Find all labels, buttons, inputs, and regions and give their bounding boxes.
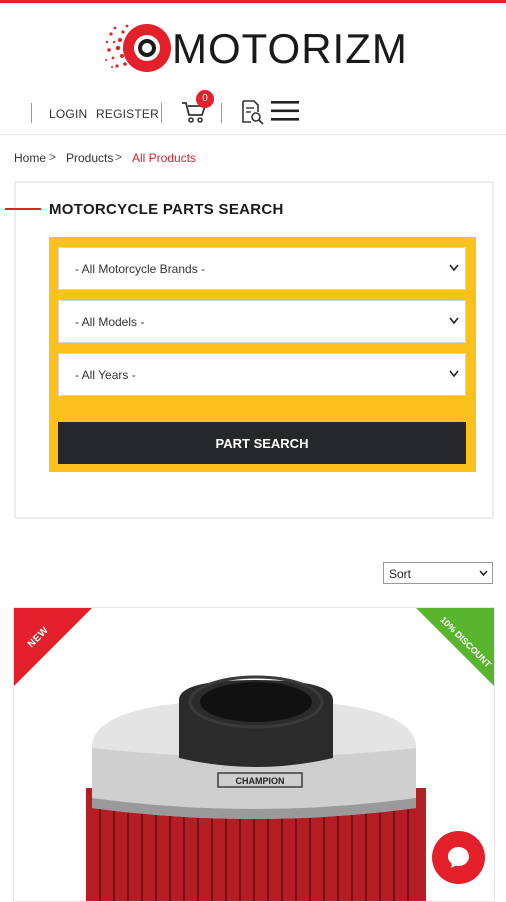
logo-text: MOTORIZM: [172, 25, 408, 72]
chevron-down-icon: [449, 264, 459, 272]
model-select-value: - All Models -: [75, 315, 145, 329]
chat-bubble-icon: [448, 847, 469, 868]
brand-select[interactable]: - All Motorcycle Brands -: [58, 247, 466, 290]
nav-divider: [161, 103, 162, 123]
sort-select-value: Sort: [389, 567, 412, 581]
breadcrumb-home[interactable]: Home: [14, 151, 46, 165]
search-document-icon[interactable]: [240, 99, 264, 125]
chevron-down-icon: [449, 370, 459, 378]
header-divider: [0, 134, 506, 135]
register-link[interactable]: REGISTER: [96, 107, 159, 121]
parts-search-title: MOTORCYCLE PARTS SEARCH: [49, 201, 284, 218]
brand-select-value: - All Motorcycle Brands -: [75, 262, 206, 276]
logo-mark-icon: [105, 24, 171, 72]
chevron-down-icon: [449, 317, 459, 325]
breadcrumb-separator: >: [49, 150, 57, 164]
nav-divider: [31, 103, 32, 123]
cart-count-badge: 0: [196, 90, 214, 108]
product-card[interactable]: CHAMPION NEW 10% DISCOUNT: [13, 607, 495, 902]
breadcrumb-separator: >: [115, 150, 123, 164]
svg-text:CHAMPION: CHAMPION: [236, 776, 285, 786]
year-select[interactable]: - All Years -: [58, 353, 466, 396]
sort-select[interactable]: Sort: [383, 562, 493, 584]
nav-divider: [221, 103, 222, 123]
site-logo[interactable]: MOTORIZM: [0, 20, 506, 76]
breadcrumb-current: All Products: [132, 151, 197, 165]
new-ribbon: [14, 608, 92, 686]
chevron-down-icon: [479, 570, 488, 577]
hamburger-menu-icon[interactable]: [271, 100, 299, 122]
title-accent-line: [5, 208, 41, 210]
breadcrumb-products[interactable]: Products: [66, 151, 113, 165]
chat-button[interactable]: [432, 831, 485, 884]
year-select-value: - All Years -: [75, 368, 136, 382]
top-accent-bar: [0, 0, 506, 3]
login-link[interactable]: LOGIN: [49, 107, 87, 121]
discount-ribbon: [416, 608, 494, 686]
model-select[interactable]: - All Models -: [58, 300, 466, 343]
part-search-button[interactable]: PART SEARCH: [58, 422, 466, 464]
